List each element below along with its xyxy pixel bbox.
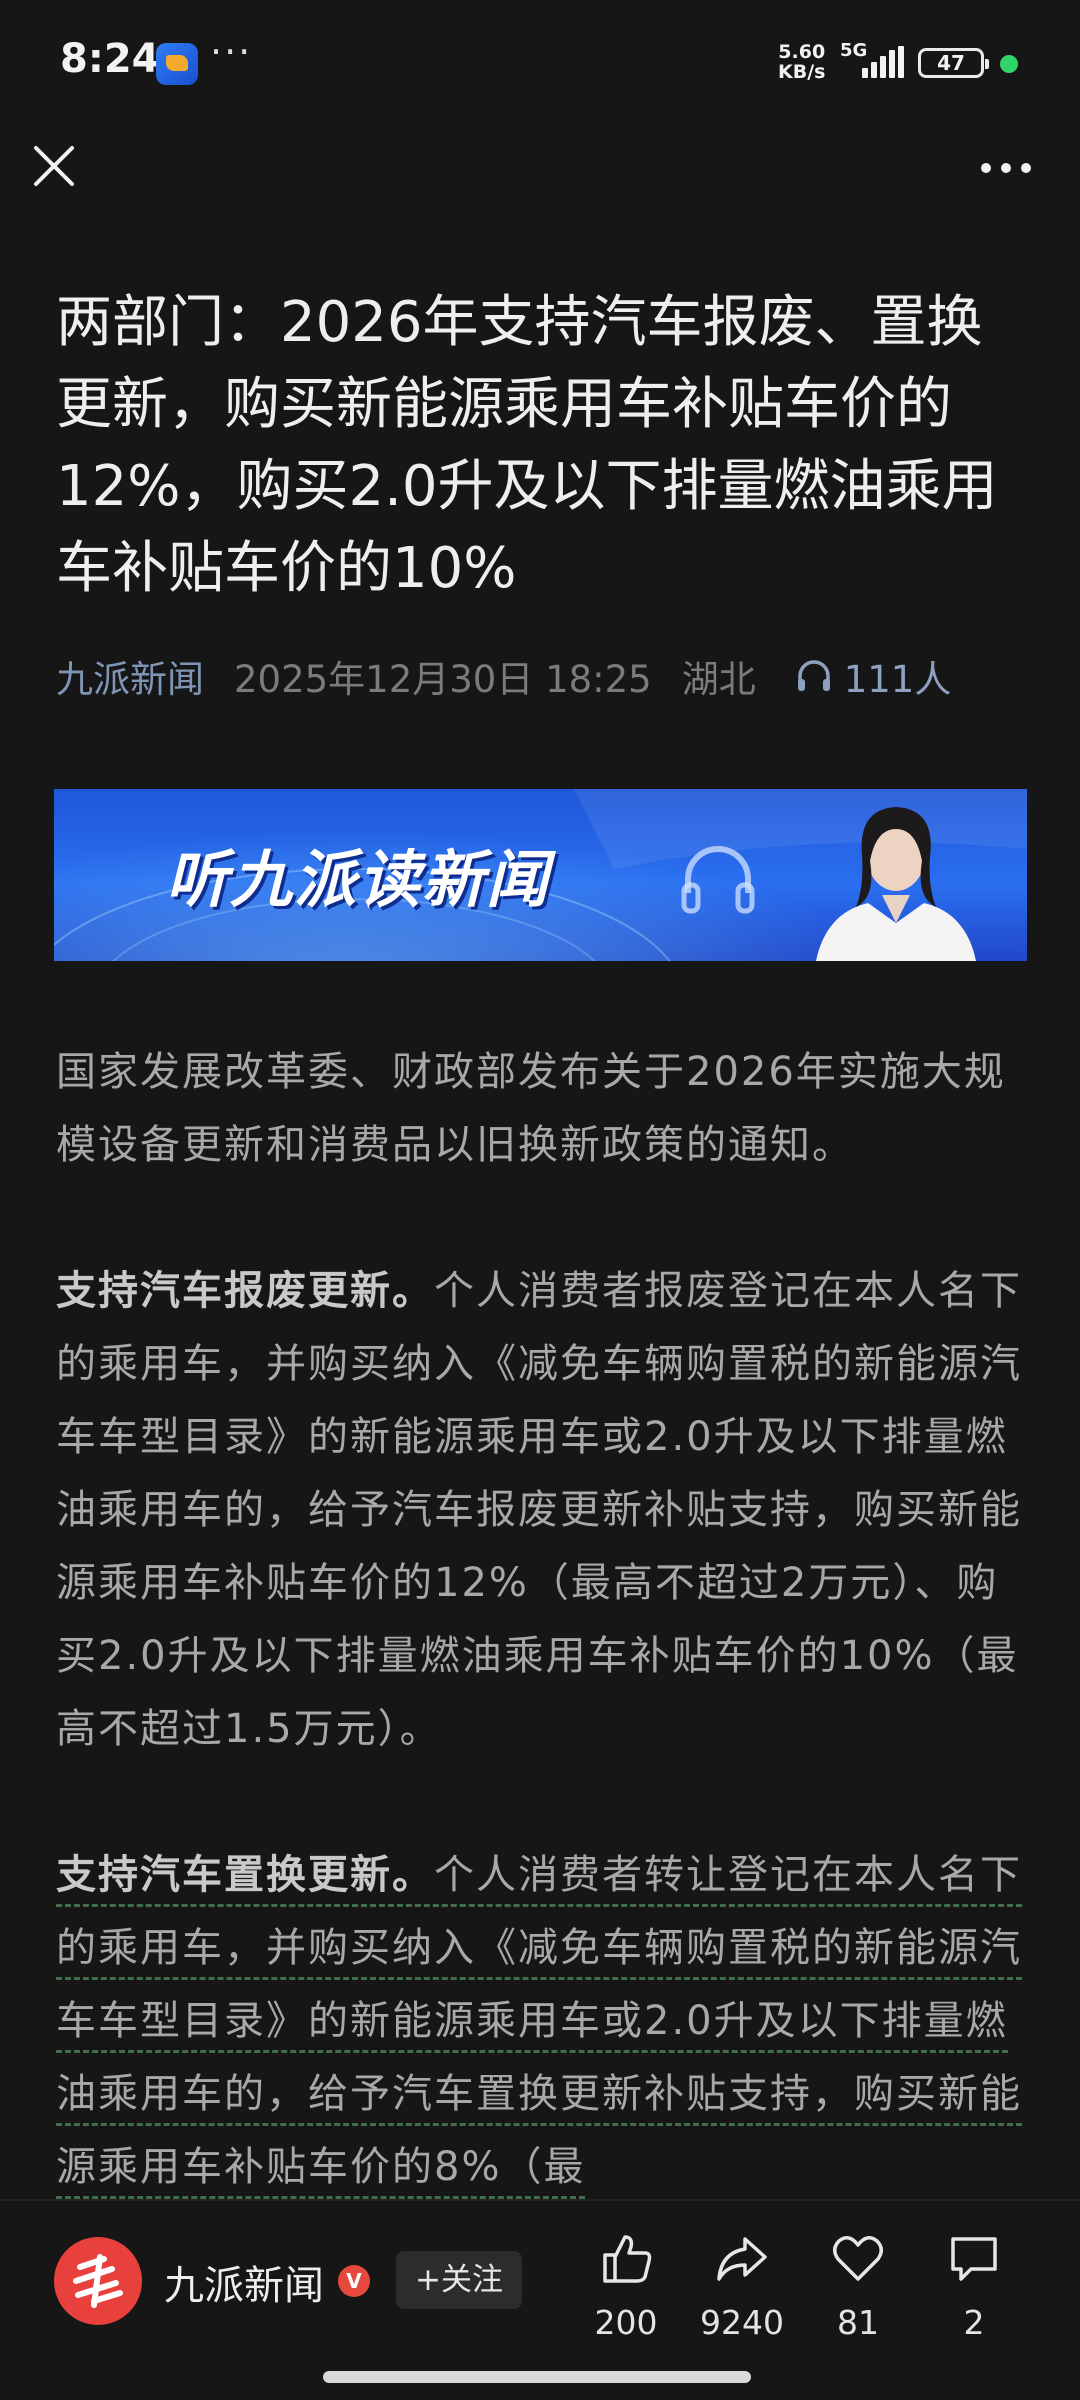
privacy-indicator-icon	[1000, 55, 1018, 73]
comment-count: 2	[963, 2303, 985, 2342]
more-options-button[interactable]	[976, 148, 1036, 188]
author-name[interactable]: 九派新闻	[164, 2253, 324, 2311]
highlighted-text[interactable]: 支持汽车置换更新。个人消费者转让登记在本人名下的乘用车，并购买纳入《减免车辆购置…	[56, 1852, 1022, 2199]
more-notifications-icon: ···	[210, 30, 253, 74]
network-speed-unit: KB/s	[778, 61, 826, 83]
author-logo-icon	[73, 2254, 123, 2308]
author-avatar[interactable]	[54, 2237, 142, 2325]
news-anchor-image	[816, 807, 976, 961]
close-icon	[34, 146, 74, 186]
paragraph-text: 个人消费者转让登记在本人名下的乘用车，并购买纳入《减免车辆购置税的新能源汽车车型…	[56, 1852, 1022, 2190]
share-button[interactable]: 9240	[682, 2229, 802, 2369]
article-meta: 九派新闻 2025年12月30日 18:25 湖北 111人	[56, 646, 951, 706]
paragraph-replacement[interactable]: 支持汽车置换更新。个人消费者转让登记在本人名下的乘用车，并购买纳入《减免车辆购置…	[56, 1839, 1024, 2204]
signal-icon	[862, 46, 904, 78]
paragraph-lead: 支持汽车报废更新。	[56, 1268, 434, 1314]
network-speed-value: 5.60	[778, 41, 826, 63]
source-link[interactable]: 九派新闻	[56, 649, 204, 703]
paragraph-lead: 支持汽车置换更新。	[56, 1852, 434, 1898]
paragraph-text: 个人消费者报废登记在本人名下的乘用车，并购买纳入《减免车辆购置税的新能源汽车车型…	[56, 1268, 1022, 1752]
publish-datetime: 2025年12月30日 18:25	[234, 658, 652, 701]
listen-news-banner[interactable]: 听九派读新闻	[54, 789, 1027, 961]
comment-icon	[951, 2237, 997, 2281]
network-speed: 5.60 KB/s	[778, 42, 825, 82]
like-count: 200	[594, 2303, 658, 2342]
close-button[interactable]	[24, 136, 84, 196]
banner-title: 听九派读新闻	[166, 843, 551, 916]
battery-icon: 47	[918, 48, 989, 78]
status-time: 8:24	[60, 36, 160, 82]
share-count: 9240	[700, 2303, 784, 2342]
comment-button[interactable]: 2	[914, 2229, 1034, 2369]
article-title: 两部门：2026年支持汽车报废、置换更新，购买新能源乘用车补贴车价的12%，购买…	[56, 290, 998, 601]
bottom-action-bar: 九派新闻 V +关注 200 9240 81 2	[0, 2199, 1080, 2400]
more-horizontal-icon	[981, 163, 1031, 173]
paragraph-text: 国家发展改革委、财政部发布关于2026年实施大规模设备更新和消费品以旧换新政策的…	[56, 1049, 1006, 1168]
thumbs-up-icon	[603, 2235, 652, 2283]
home-indicator[interactable]	[323, 2371, 751, 2383]
status-bar: 8:24 ··· 5.60 KB/s 5G 47	[0, 0, 1080, 128]
favorite-count: 81	[837, 2303, 879, 2342]
listener-count[interactable]: 111人	[844, 649, 952, 703]
region-label: 湖北	[681, 658, 756, 701]
follow-button[interactable]: +关注	[396, 2251, 522, 2309]
like-button[interactable]: 200	[566, 2229, 686, 2369]
headphones-icon[interactable]	[794, 656, 834, 696]
heart-icon	[833, 2236, 883, 2281]
verified-badge-icon: V	[338, 2265, 370, 2297]
notification-app-icon	[156, 43, 198, 85]
favorite-button[interactable]: 81	[798, 2229, 918, 2369]
share-icon	[717, 2237, 767, 2281]
headphones-icon	[681, 846, 755, 914]
battery-level: 47	[937, 51, 965, 75]
paragraph-intro: 国家发展改革委、财政部发布关于2026年实施大规模设备更新和消费品以旧换新政策的…	[56, 1036, 1024, 1182]
article-body: 国家发展改革委、财政部发布关于2026年实施大规模设备更新和消费品以旧换新政策的…	[56, 1036, 1024, 2277]
paragraph-scrappage: 支持汽车报废更新。个人消费者报废登记在本人名下的乘用车，并购买纳入《减免车辆购置…	[56, 1255, 1024, 1766]
